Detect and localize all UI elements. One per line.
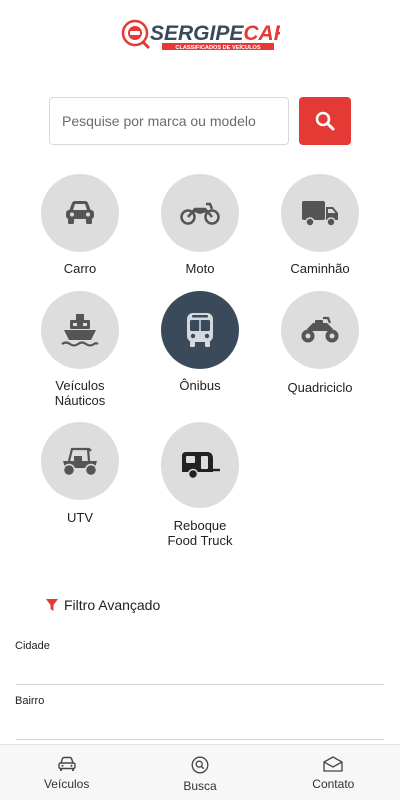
svg-text:SERGIPECAR: SERGIPECAR [150,22,280,45]
category-circle [161,422,239,508]
search-icon [315,111,335,131]
logo-brand-part1: SERGIPE [150,22,244,45]
atv-icon [301,316,339,343]
envelope-icon [323,756,343,772]
motorcycle-icon [180,202,220,225]
search-input[interactable] [49,97,289,145]
nav-label: Contato [312,777,355,791]
search-bar [49,97,351,145]
category-veiculos-nauticos[interactable]: Veículos Náuticos [20,291,140,408]
logo-emblem-icon [121,19,151,50]
logo-brand-part2: CAR [243,22,280,45]
search-button[interactable] [299,97,351,145]
logo: SERGIPECAR CLASSIFICADOS DE VEÍCULOS [0,16,400,52]
category-label: Veículos Náuticos [54,378,106,408]
category-circle [41,291,119,369]
category-circle [281,291,359,369]
category-circle [41,174,119,252]
neighborhood-field[interactable] [16,685,384,740]
category-circle [281,174,359,252]
category-circle [161,174,239,252]
category-label: Quadriciclo [287,380,353,395]
trailer-icon [182,452,220,480]
utv-icon [62,447,98,477]
category-moto[interactable]: Moto [140,174,260,276]
search-circle-icon [191,756,209,774]
nav-item-busca[interactable]: Busca [133,745,266,800]
category-circle-active [161,291,239,369]
filter-title: Filtro Avançado [64,597,161,613]
city-field[interactable] [16,630,384,685]
car-outline-icon [57,756,76,771]
logo-tagline: CLASSIFICADOS DE VEÍCULOS [175,43,260,51]
category-label: Ônibus [179,378,221,393]
car-icon [66,201,94,224]
category-circle [41,422,119,500]
category-utv[interactable]: UTV [20,422,140,525]
category-label: Reboque Food Truck [167,518,233,548]
category-caminhao[interactable]: Caminhão [260,174,380,276]
ship-icon [61,314,99,347]
nav-label: Veículos [43,777,90,791]
category-label: Caminhão [290,261,350,276]
filter-icon [46,599,58,611]
category-label: Moto [185,261,215,276]
category-carro[interactable]: Carro [20,174,140,276]
category-quadriciclo[interactable]: Quadriciclo [260,291,380,395]
category-label: UTV [67,510,93,525]
category-reboque-food-truck[interactable]: Reboque Food Truck [140,422,260,548]
nav-item-veiculos[interactable]: Veículos [0,745,133,800]
category-onibus[interactable]: Ônibus [140,291,260,393]
truck-icon [302,201,338,227]
nav-label: Busca [183,779,217,793]
advanced-filter-toggle[interactable]: Filtro Avançado [45,597,160,613]
nav-item-contato[interactable]: Contato [267,745,400,800]
category-label: Carro [63,261,97,276]
bus-icon [187,313,213,347]
bottom-nav: Veículos Busca Contato [0,744,400,800]
